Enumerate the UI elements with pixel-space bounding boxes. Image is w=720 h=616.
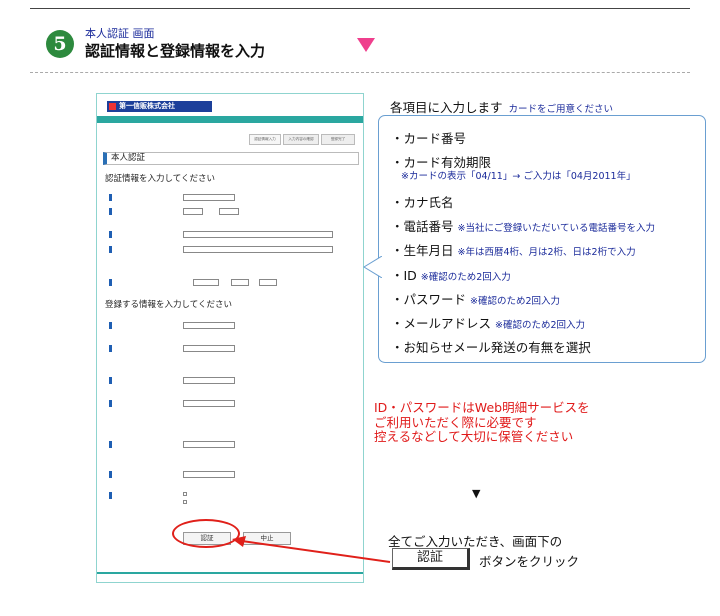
progress-steps: 認証情報入力 入力内容の確認 登録完了 bbox=[209, 134, 359, 145]
info-title-note: カードをご用意ください bbox=[508, 104, 614, 115]
info-item: ・ID ※確認のため2回入力 bbox=[391, 268, 511, 283]
phone-input[interactable] bbox=[183, 246, 333, 253]
info-title: 各項目に入力します カードをご用意ください bbox=[390, 97, 613, 116]
birth-month-input[interactable] bbox=[231, 279, 249, 286]
email-confirm-input[interactable] bbox=[183, 471, 235, 478]
info-item: ・パスワード ※確認のため2回入力 bbox=[391, 292, 561, 307]
card-number-input[interactable] bbox=[183, 194, 235, 201]
info-item: ・お知らせメール発送の有無を選択 bbox=[391, 340, 591, 355]
field-label bbox=[109, 208, 161, 215]
warning-text: ID・パスワードはWeb明細サービスを ご利用いただく際に必要です 控えるなどし… bbox=[374, 400, 590, 444]
down-arrow-icon: ▼ bbox=[472, 487, 481, 500]
footer-band bbox=[97, 572, 363, 574]
birth-day-input[interactable] bbox=[259, 279, 277, 286]
down-triangle-icon bbox=[357, 38, 375, 52]
expiry-year-input[interactable] bbox=[219, 208, 239, 215]
notice-yes-radio[interactable] bbox=[183, 492, 187, 496]
section-title: 本人認証 bbox=[103, 152, 359, 165]
step-title: 認証情報と登録情報を入力 bbox=[85, 42, 266, 60]
top-divider bbox=[30, 8, 690, 9]
step-number-badge: 5 bbox=[46, 30, 74, 58]
step-subtitle: 本人認証 画面 bbox=[85, 27, 155, 40]
info-item: ・生年月日 ※年は西暦4桁、月は2桁、日は2桁で入力 bbox=[391, 243, 636, 258]
auth-heading: 認証情報を入力してください bbox=[105, 174, 215, 184]
notice-mail-row bbox=[109, 492, 359, 504]
info-item-note: ※カードの表示「04/11」→ ご入力は「04月2011年」 bbox=[401, 171, 636, 182]
birth-year-input[interactable] bbox=[193, 279, 219, 286]
birthdate-row bbox=[109, 279, 359, 287]
field-label bbox=[109, 377, 161, 384]
kana-name-row bbox=[109, 231, 359, 239]
logo-mark-icon bbox=[109, 103, 116, 110]
field-label bbox=[109, 231, 161, 238]
field-label bbox=[109, 471, 161, 478]
field-label bbox=[109, 279, 161, 286]
id-confirm-input[interactable] bbox=[183, 345, 235, 352]
company-name: 第一信販株式会社 bbox=[119, 102, 175, 110]
info-item: ・電話番号 ※当社にご登録いただいている電話番号を入力 bbox=[391, 219, 655, 234]
info-title-text: 各項目に入力します bbox=[390, 100, 503, 115]
instruction-button-image: 認証 bbox=[392, 548, 470, 570]
password-row bbox=[109, 377, 359, 385]
step-3: 登録完了 bbox=[321, 134, 355, 145]
info-box: ・カード番号 ・カード有効期限 ※カードの表示「04/11」→ ご入力は「04月… bbox=[378, 115, 706, 363]
register-heading: 登録する情報を入力してください bbox=[105, 300, 232, 310]
dashed-divider bbox=[30, 72, 690, 73]
id-row bbox=[109, 322, 359, 330]
card-expiry-row bbox=[109, 208, 359, 216]
field-label bbox=[109, 441, 161, 448]
company-logo: 第一信販株式会社 bbox=[107, 101, 212, 112]
notice-no-radio[interactable] bbox=[183, 500, 187, 504]
step-2: 入力内容の確認 bbox=[283, 134, 319, 145]
phone-row bbox=[109, 246, 359, 254]
email-row bbox=[109, 441, 359, 449]
field-label bbox=[109, 400, 161, 407]
email-confirm-row bbox=[109, 471, 359, 479]
field-label bbox=[109, 194, 161, 201]
step-1: 認証情報入力 bbox=[249, 134, 281, 145]
kana-name-input[interactable] bbox=[183, 231, 333, 238]
info-item: ・カード番号 bbox=[391, 131, 467, 146]
id-confirm-row bbox=[109, 345, 359, 353]
id-input[interactable] bbox=[183, 322, 235, 329]
password-confirm-row bbox=[109, 400, 359, 408]
form-screenshot: 第一信販株式会社 認証情報入力 入力内容の確認 登録完了 本人認証 認証情報を入… bbox=[96, 93, 364, 583]
password-input[interactable] bbox=[183, 377, 235, 384]
info-item: ・メールアドレス ※確認のため2回入力 bbox=[391, 316, 586, 331]
field-label bbox=[109, 246, 161, 253]
email-input[interactable] bbox=[183, 441, 235, 448]
instruction-text-2: ボタンをクリック bbox=[479, 554, 580, 569]
password-confirm-input[interactable] bbox=[183, 400, 235, 407]
field-label bbox=[109, 345, 161, 352]
callout-pointer-icon bbox=[363, 256, 382, 278]
expiry-month-input[interactable] bbox=[183, 208, 203, 215]
field-label bbox=[109, 322, 161, 329]
info-item: ・カナ氏名 bbox=[391, 195, 454, 210]
screenshot-header: 第一信販株式会社 bbox=[97, 94, 363, 116]
card-number-row bbox=[109, 194, 359, 202]
header-band bbox=[97, 116, 363, 123]
field-label bbox=[109, 492, 161, 499]
red-arrow-icon bbox=[232, 536, 391, 563]
